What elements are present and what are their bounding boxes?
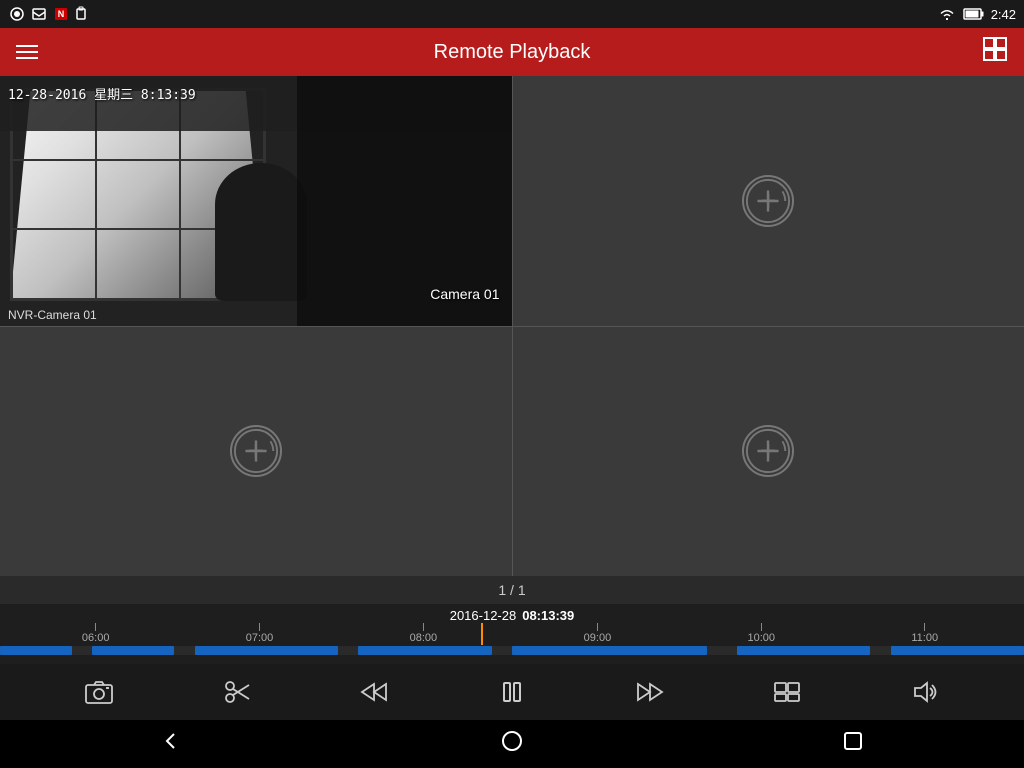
tick-0800: 08:00 (410, 623, 438, 644)
notif-icon-4 (74, 5, 92, 23)
hamburger-line-2 (16, 51, 38, 53)
add-icon-2 (744, 176, 792, 226)
volume-icon (911, 680, 939, 704)
segment-3 (195, 646, 338, 655)
notif-icon-2 (30, 5, 48, 23)
hamburger-line-3 (16, 57, 38, 59)
pagination-bar: 1 / 1 (0, 576, 1024, 604)
add-channel-4[interactable] (742, 425, 794, 477)
figure-silhouette (215, 163, 307, 300)
add-channel-3[interactable] (230, 425, 282, 477)
home-circle-icon (501, 730, 523, 752)
video-cell-3[interactable] (0, 327, 512, 577)
grid-icon (982, 36, 1008, 62)
clip-button[interactable] (215, 672, 259, 712)
thumbnail-icon (773, 680, 801, 704)
svg-text:N: N (58, 9, 65, 19)
battery-icon (963, 8, 985, 20)
wifi-signal-icon (937, 6, 957, 22)
grid-layout-button[interactable] (982, 36, 1008, 68)
timeline-segments (0, 646, 1024, 655)
camera-icon (85, 680, 113, 704)
tick-1000: 10:00 (748, 623, 776, 644)
video-cell-1[interactable]: 12-28-2016 星期三 8:13:39 Camera 01 NVR-Cam… (0, 76, 512, 326)
timeline-time: 08:13:39 (522, 608, 574, 623)
rewind-icon (360, 680, 388, 704)
video-cell-4[interactable] (513, 327, 1024, 577)
status-icons-left: N (8, 5, 92, 23)
fastforward-icon (636, 680, 664, 704)
nav-bar (0, 720, 1024, 768)
add-channel-2[interactable] (742, 175, 794, 227)
pause-icon (498, 680, 526, 704)
hamburger-line-1 (16, 45, 38, 47)
thumbnail-button[interactable] (765, 672, 809, 712)
bottom-toolbar (0, 664, 1024, 720)
page-title: Remote Playback (434, 41, 591, 64)
video-cell-2[interactable] (513, 76, 1024, 326)
top-bar: Remote Playback (0, 28, 1024, 76)
home-button[interactable] (477, 722, 547, 766)
timeline-playhead (481, 623, 483, 645)
add-icon-3 (232, 426, 280, 476)
timeline-area[interactable]: 2016-12-28 08:13:39 06:00 07:00 08:00 09… (0, 604, 1024, 664)
status-bar: N 2:42 (0, 0, 1024, 28)
status-icons-right: 2:42 (937, 6, 1016, 22)
segment-7 (891, 646, 1024, 655)
timeline-date: 2016-12-28 (450, 608, 517, 623)
camera-timestamp: 12-28-2016 星期三 8:13:39 (8, 84, 196, 103)
back-button[interactable] (136, 722, 206, 766)
segment-2 (92, 646, 174, 655)
screenshot-button[interactable] (77, 672, 121, 712)
back-arrow-icon (160, 730, 182, 752)
notif-icon-3: N (52, 5, 70, 23)
menu-button[interactable] (16, 45, 38, 59)
segment-5 (512, 646, 707, 655)
video-grid: 12-28-2016 星期三 8:13:39 Camera 01 NVR-Cam… (0, 76, 1024, 576)
camera-name-tag: NVR-Camera 01 (8, 308, 97, 322)
timeline-header: 2016-12-28 08:13:39 (0, 604, 1024, 623)
segment-1 (0, 646, 72, 655)
tick-1100: 11:00 (911, 623, 938, 644)
tick-0600: 06:00 (82, 623, 110, 644)
add-icon-4 (744, 426, 792, 476)
clock-time: 2:42 (991, 7, 1016, 22)
segment-4 (358, 646, 491, 655)
volume-button[interactable] (903, 672, 947, 712)
tick-0700: 07:00 (246, 623, 274, 644)
camera-label: Camera 01 (430, 286, 499, 302)
timeline-ruler[interactable]: 06:00 07:00 08:00 09:00 10:00 11:00 (0, 623, 1024, 645)
fastforward-button[interactable] (628, 672, 672, 712)
rewind-button[interactable] (352, 672, 396, 712)
scissors-icon (223, 680, 251, 704)
tick-0900: 09:00 (584, 623, 612, 644)
recents-button[interactable] (818, 722, 888, 766)
segment-6 (737, 646, 870, 655)
pagination-text: 1 / 1 (498, 582, 525, 598)
recents-square-icon (842, 730, 864, 752)
playpause-button[interactable] (490, 672, 534, 712)
notif-icon-1 (8, 5, 26, 23)
